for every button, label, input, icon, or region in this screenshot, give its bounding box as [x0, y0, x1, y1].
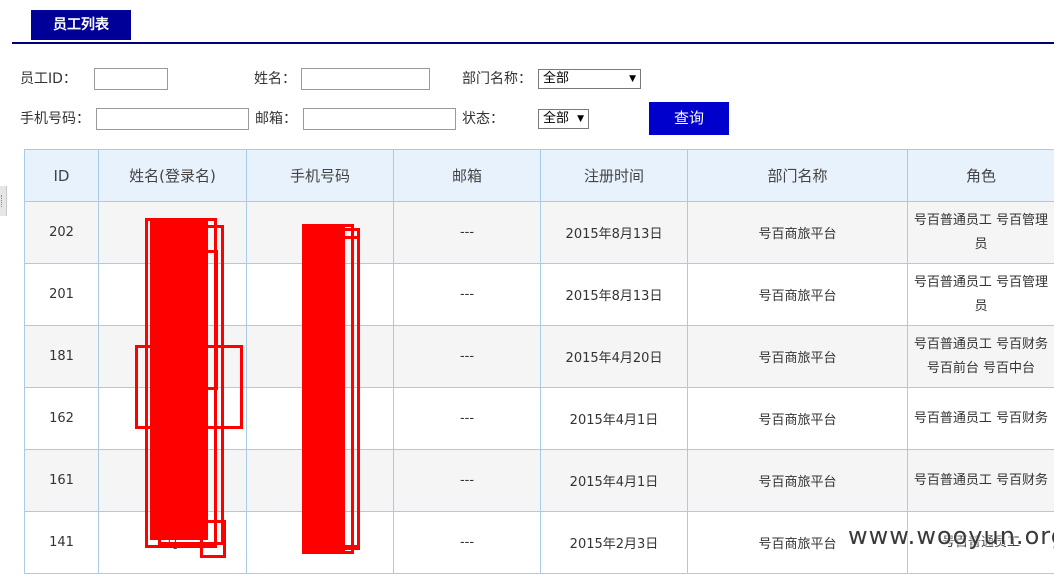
employee-id-input[interactable]: [94, 68, 168, 90]
grip-icon: [1, 195, 5, 207]
cell-register-time: 2015年2月3日: [541, 512, 688, 574]
email-label: 邮箱：: [255, 109, 297, 129]
dropdown-arrow-icon: ▼: [629, 70, 636, 88]
cell-email: ---: [394, 512, 541, 574]
dropdown-arrow-icon: ▼: [577, 110, 584, 128]
cell-id: 141: [25, 512, 99, 574]
tab-bar: 员工列表: [12, 0, 1054, 44]
col-header-department: 部门名称: [688, 150, 908, 202]
table-header-row: ID 姓名(登录名) 手机号码 邮箱 注册时间 部门名称 角色: [25, 150, 1054, 202]
cell-register-time: 2015年4月1日: [541, 388, 688, 450]
cell-role: 号百普通员工 号百财务: [908, 388, 1054, 450]
cell-department: 号百商旅平台: [688, 202, 908, 264]
cell-id: 181: [25, 326, 99, 388]
department-select-value: 全部: [543, 71, 569, 86]
col-header-phone: 手机号码: [247, 150, 394, 202]
department-select[interactable]: 全部 ▼: [538, 69, 641, 89]
cell-email: ---: [394, 264, 541, 326]
cell-email: ---: [394, 450, 541, 512]
cell-register-time: 2015年8月13日: [541, 264, 688, 326]
phone-input[interactable]: [96, 108, 249, 130]
name-label: 姓名：: [254, 69, 296, 89]
name-input[interactable]: [301, 68, 430, 90]
cell-department: 号百商旅平台: [688, 450, 908, 512]
cell-email: ---: [394, 388, 541, 450]
cell-email: ---: [394, 202, 541, 264]
col-header-role: 角色: [908, 150, 1054, 202]
email-input[interactable]: [303, 108, 456, 130]
cell-department: 号百商旅平台: [688, 264, 908, 326]
col-header-register-time: 注册时间: [541, 150, 688, 202]
cell-role: 号百普通员工 号百财务 号百前台 号百中台: [908, 326, 1054, 388]
cell-id: 202: [25, 202, 99, 264]
col-header-name: 姓名(登录名): [99, 150, 247, 202]
status-label: 状态：: [462, 109, 504, 129]
col-header-id: ID: [25, 150, 99, 202]
employee-id-label: 员工ID：: [20, 69, 77, 89]
cell-register-time: 2015年8月13日: [541, 202, 688, 264]
cell-department: 号百商旅平台: [688, 388, 908, 450]
phone-label: 手机号码：: [20, 109, 90, 129]
col-header-email: 邮箱: [394, 150, 541, 202]
cell-email: ---: [394, 326, 541, 388]
cell-id: 161: [25, 450, 99, 512]
tab-employee-list[interactable]: 员工列表: [31, 10, 131, 40]
side-collapse-handle[interactable]: [0, 186, 7, 216]
cell-role: 号百普通员工 号百管理员: [908, 202, 1054, 264]
status-select[interactable]: 全部 ▼: [538, 109, 589, 129]
cell-register-time: 2015年4月20日: [541, 326, 688, 388]
department-label: 部门名称：: [462, 69, 532, 89]
cell-role: 号百普通员工 号百财务: [908, 450, 1054, 512]
cell-role: 号百普通员工 号百管理员: [908, 264, 1054, 326]
search-button[interactable]: 查询: [649, 102, 729, 135]
cell-id: 162: [25, 388, 99, 450]
cell-id: 201: [25, 264, 99, 326]
watermark: www.wooyun.org: [848, 522, 1054, 550]
cell-register-time: 2015年4月1日: [541, 450, 688, 512]
status-select-value: 全部: [543, 111, 569, 126]
cell-department: 号百商旅平台: [688, 326, 908, 388]
